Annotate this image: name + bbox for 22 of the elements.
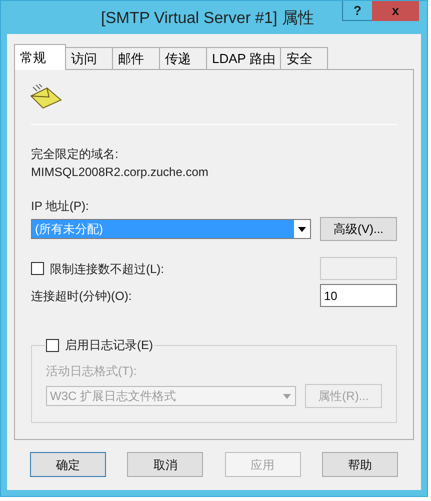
advanced-button[interactable]: 高级(V)... (320, 217, 397, 241)
dialog-button[interactable]: 帮助 (322, 452, 398, 477)
checkbox[interactable] (46, 338, 59, 352)
checkbox-label: 启用日志记录(E) (65, 337, 153, 354)
window-title: [SMTP Virtual Server #1] 属性 (101, 9, 314, 29)
domain-name: MIMSQL2008R2.corp.zuche.com (31, 164, 210, 181)
field-label: 完全限定的域名: (31, 146, 120, 163)
close-button[interactable]: x (372, 1, 419, 21)
caret-icon (283, 394, 291, 398)
field-label: IP 地址(P): (31, 198, 90, 215)
envelope-icon (29, 84, 63, 110)
dialog-button[interactable]: 取消 (127, 452, 204, 477)
dialog-button[interactable]: 确定 (30, 452, 106, 477)
help-button[interactable]: ? (342, 1, 372, 21)
tab[interactable]: 常规 (14, 44, 66, 70)
checkbox[interactable] (31, 262, 44, 275)
field-label: 活动日志格式(T): (46, 363, 138, 380)
tab[interactable]: 安全 (280, 47, 328, 69)
checkbox-label: 限制连接数不超过(L): (50, 260, 164, 278)
timeout-field[interactable]: 10 (320, 284, 397, 307)
field-label: 连接超时(分钟)(O): (31, 288, 132, 304)
caret-icon (298, 226, 306, 232)
